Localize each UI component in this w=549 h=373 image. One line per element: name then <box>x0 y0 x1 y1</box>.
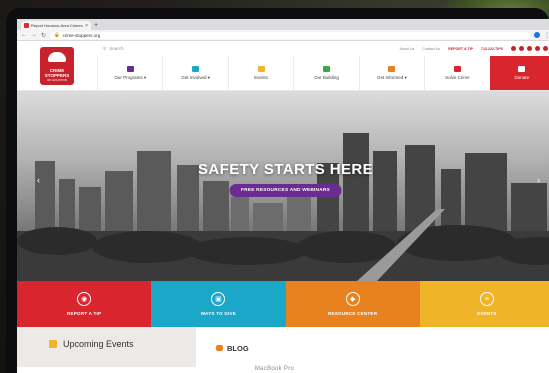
events-section: Upcoming Events <box>17 327 196 367</box>
blog-heading[interactable]: BLOG <box>227 344 249 353</box>
facebook-icon[interactable] <box>519 46 524 51</box>
action-tiles: ◉ REPORT A TIP ▣ WAYS TO GIVE ◆ RESOURCE… <box>17 281 549 327</box>
hero-title: SAFETY STARTS HERE <box>198 161 373 178</box>
browser-tab-bar: Report Houston-Area Crimes × + <box>17 19 549 30</box>
search-placeholder: Search <box>109 46 124 51</box>
menu-our-programs[interactable]: Our Programs ▾ <box>97 56 162 90</box>
menu-label: Events <box>254 75 268 80</box>
browser-menu-icon[interactable]: ⋮ <box>544 32 549 39</box>
twitter-icon[interactable] <box>511 46 516 51</box>
resources-button[interactable]: FREE RESOURCES AND WEBINARS <box>229 184 342 197</box>
search-icon: ⚲ <box>103 45 107 51</box>
address-bar-row: ← → ↻ 🔒 crime-stoppers.org ⋮ <box>17 30 549 41</box>
calendar-icon <box>49 340 57 348</box>
youtube-icon[interactable] <box>527 46 532 51</box>
events-heading[interactable]: Upcoming Events <box>63 339 134 349</box>
website: CRIME STOPPERS OF HOUSTON ⚲ Search About… <box>17 41 549 367</box>
utility-bar: ⚲ Search About Us Contact Us REPORT A TI… <box>97 41 549 56</box>
tile-label: EVENTS <box>477 311 497 316</box>
programs-icon <box>126 65 134 72</box>
menu-get-informed[interactable]: Get Informed ▾ <box>358 56 424 90</box>
phone-icon <box>48 52 66 62</box>
menu-donate[interactable]: Donate <box>489 56 549 90</box>
phone-link[interactable]: 713.222.TIPS <box>481 47 503 51</box>
people-icon <box>192 65 200 72</box>
logo-sub: OF HOUSTON <box>47 78 67 82</box>
calendar-icon <box>257 66 265 72</box>
favicon-icon <box>24 23 29 28</box>
menu-label: Our Building <box>314 75 339 80</box>
about-link[interactable]: About Us <box>400 47 415 51</box>
social-links <box>511 46 548 51</box>
browser-tab[interactable]: Report Houston-Area Crimes × <box>21 21 91 30</box>
laptop-bezel: Report Houston-Area Crimes × + ← → ↻ 🔒 c… <box>6 8 549 373</box>
site-search[interactable]: ⚲ Search <box>103 46 392 52</box>
lock-icon: 🔒 <box>54 32 60 37</box>
laptop-screen: Report Houston-Area Crimes × + ← → ↻ 🔒 c… <box>17 19 549 373</box>
header-right: ⚲ Search About Us Contact Us REPORT A TI… <box>97 41 549 90</box>
gift-icon <box>518 66 526 72</box>
contact-link[interactable]: Contact Us <box>422 47 440 51</box>
close-tab-icon[interactable]: × <box>85 23 88 29</box>
building-icon <box>322 66 330 72</box>
url-text: crime-stoppers.org <box>62 32 101 38</box>
blog-section: BLOG <box>196 327 549 367</box>
linkedin-icon[interactable] <box>543 46 548 51</box>
tile-events[interactable]: ≡ EVENTS <box>419 281 549 327</box>
site-logo[interactable]: CRIME STOPPERS OF HOUSTON <box>17 41 97 91</box>
megaphone-icon: ◉ <box>77 292 92 306</box>
menu-label: Get Involved ▾ <box>181 74 211 80</box>
tile-label: WAYS TO GIVE <box>200 311 237 316</box>
tile-ways-to-give[interactable]: ▣ WAYS TO GIVE <box>151 281 286 327</box>
instagram-icon[interactable] <box>535 46 540 51</box>
photo-scene: Report Houston-Area Crimes × + ← → ↻ 🔒 c… <box>0 0 549 373</box>
report-tip-link[interactable]: REPORT A TIP <box>448 47 473 51</box>
shield-icon: ◆ <box>345 292 360 306</box>
new-tab-button[interactable]: + <box>94 21 98 30</box>
gift-icon: ▣ <box>211 292 226 306</box>
menu-our-building[interactable]: Our Building <box>293 56 358 90</box>
menu-label: Solve Crime <box>445 75 470 80</box>
extension-icon[interactable] <box>534 32 540 38</box>
megaphone-icon <box>453 66 461 72</box>
tile-report-tip[interactable]: ◉ REPORT A TIP <box>17 281 152 327</box>
address-bar[interactable]: 🔒 crime-stoppers.org <box>50 31 530 39</box>
menu-label: Get Informed ▾ <box>377 74 407 80</box>
list-icon: ≡ <box>479 292 494 306</box>
logo-badge: CRIME STOPPERS OF HOUSTON <box>40 47 74 85</box>
device-caption: MacBook Pro <box>254 366 295 372</box>
menu-label: Our Programs ▾ <box>114 74 147 80</box>
tab-title: Report Houston-Area Crimes <box>31 23 83 28</box>
main-menu: Our Programs ▾ Get Involved ▾ Events Our… <box>97 56 549 90</box>
tile-label: RESOURCE CENTER <box>328 311 378 316</box>
menu-label: Donate <box>514 75 529 80</box>
tile-resource-center[interactable]: ◆ RESOURCE CENTER <box>285 281 420 327</box>
site-header: CRIME STOPPERS OF HOUSTON ⚲ Search About… <box>17 41 549 91</box>
back-icon[interactable]: ← <box>21 32 27 38</box>
chat-icon <box>216 345 223 351</box>
menu-get-involved[interactable]: Get Involved ▾ <box>162 56 227 90</box>
menu-solve-crime[interactable]: Solve Crime <box>424 56 489 90</box>
shield-icon <box>388 65 396 72</box>
hero-banner: ‹ › SAFETY STARTS HERE FREE RESOURCES AN… <box>17 91 549 281</box>
content-sections: Upcoming Events BLOG <box>17 327 549 367</box>
tile-label: REPORT A TIP <box>67 311 102 316</box>
reload-icon[interactable]: ↻ <box>41 32 46 39</box>
forward-icon[interactable]: → <box>31 32 37 38</box>
menu-events[interactable]: Events <box>227 56 293 90</box>
